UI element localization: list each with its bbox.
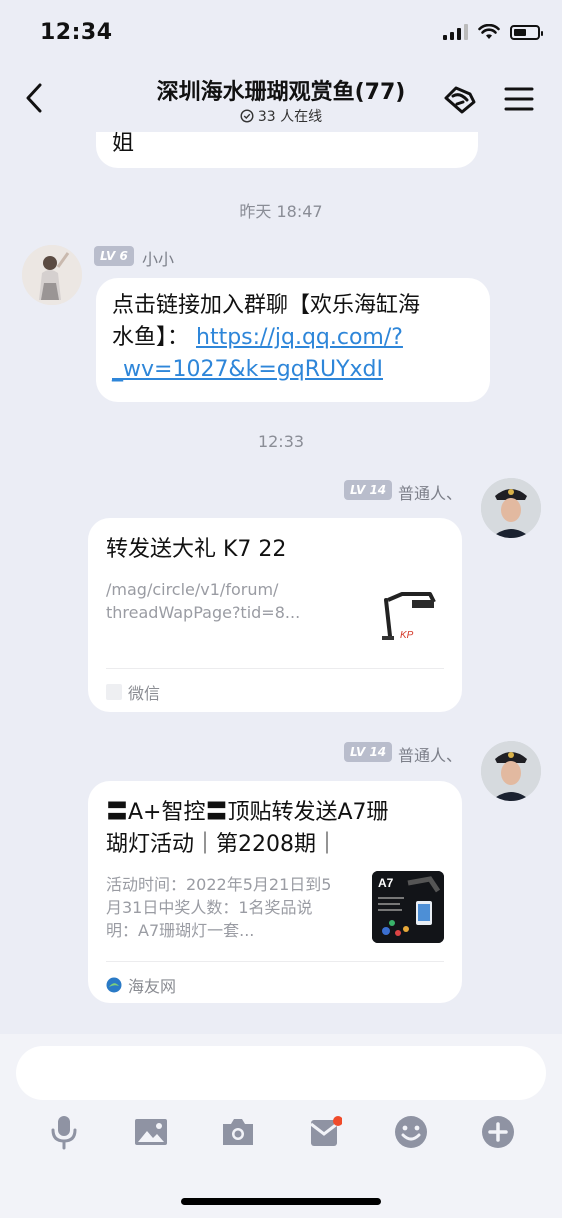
camera-button[interactable] — [218, 1112, 258, 1152]
group-share-button[interactable] — [440, 82, 480, 116]
online-check-icon — [240, 109, 254, 123]
battery-icon — [510, 24, 543, 40]
avatar[interactable] — [481, 478, 541, 538]
signal-icon — [443, 24, 468, 40]
card-desc-line: /mag/circle/v1/forum/ — [106, 580, 279, 599]
wechat-source-icon — [106, 684, 122, 700]
card-source: 海友网 — [106, 973, 176, 997]
message-bubble-partial[interactable]: 姐 — [96, 132, 478, 168]
message-text: 姐 — [112, 132, 135, 156]
plus-icon — [482, 1116, 514, 1148]
chat-list[interactable]: 姐 昨天 18:47 LV 6 小小 点击链接加入群聊【欢乐海缸海 水鱼】： h… — [0, 132, 562, 1034]
emoji-button[interactable] — [391, 1112, 431, 1152]
level-badge: LV 14 — [344, 480, 393, 500]
thumbnail-logo: A7 — [378, 876, 394, 890]
card-desc-line: 月31日中奖人数：1名奖品说 — [106, 898, 313, 917]
sender-name[interactable]: 普通人、 — [398, 742, 462, 766]
avatar[interactable] — [22, 245, 82, 305]
card-title-line: 瑚灯活动｜第2208期｜ — [106, 832, 338, 857]
message-text-prefix: 水鱼】： — [112, 325, 190, 350]
sender-name[interactable]: 普通人、 — [398, 480, 462, 504]
wifi-icon — [478, 24, 500, 39]
group-link[interactable]: https://jq.qq.com/? — [196, 325, 403, 350]
input-toolbar — [0, 1112, 562, 1156]
online-count: 33 人在线 — [257, 109, 323, 125]
voice-button[interactable] — [44, 1112, 84, 1152]
home-indicator[interactable] — [181, 1198, 381, 1205]
card-desc-line: 活动时间：2022年5月21日到5 — [106, 875, 332, 894]
emoji-icon — [395, 1116, 427, 1148]
card-divider — [106, 668, 444, 669]
level-badge: LV 14 — [344, 742, 393, 762]
card-thumbnail: A7 — [372, 871, 444, 943]
status-bar: 12:34 — [0, 0, 562, 66]
card-source: 微信 — [106, 680, 160, 704]
more-button[interactable] — [478, 1112, 518, 1152]
link-card[interactable]: 转发送大礼 K7 22 /mag/circle/v1/forum/ thread… — [88, 518, 462, 712]
link-chat-icon — [444, 86, 476, 114]
message-line-2: 水鱼】： https://jq.qq.com/? — [112, 322, 482, 354]
red-packet-button[interactable] — [305, 1112, 345, 1152]
message-input[interactable] — [16, 1046, 546, 1100]
menu-button[interactable] — [502, 84, 536, 114]
thumbnail-logo: KP — [400, 630, 414, 641]
image-button[interactable] — [131, 1112, 171, 1152]
card-divider — [106, 961, 444, 962]
status-time: 12:34 — [40, 20, 113, 45]
card-description: /mag/circle/v1/forum/ threadWapPage?tid=… — [106, 578, 342, 624]
card-title: 转发送大礼 K7 22 — [106, 537, 287, 562]
sender-name[interactable]: 小小 — [142, 246, 174, 270]
timestamp: 昨天 18:47 — [239, 202, 323, 221]
card-title: 〓A+智控〓顶贴转发送A7珊 瑚灯活动｜第2208期｜ — [106, 797, 446, 861]
level-badge: LV 6 — [94, 246, 134, 266]
haiyou-source-icon — [106, 977, 122, 993]
menu-icon — [504, 87, 534, 111]
message-line: 点击链接加入群聊【欢乐海缸海 — [112, 293, 421, 318]
card-title-line: 〓A+智控〓顶贴转发送A7珊 — [106, 800, 389, 825]
red-packet-icon — [310, 1116, 342, 1146]
card-desc-line: 明：A7珊瑚灯一套... — [106, 921, 255, 940]
card-desc-line: threadWapPage?tid=8... — [106, 603, 301, 622]
status-icons — [443, 24, 543, 40]
camera-icon — [223, 1119, 253, 1145]
source-name: 海友网 — [128, 977, 177, 996]
group-link-continued[interactable]: _wv=1027&k=gqRUYxdI — [112, 354, 482, 386]
microphone-icon — [51, 1116, 77, 1150]
source-name: 微信 — [128, 684, 161, 703]
message-text: 点击链接加入群聊【欢乐海缸海 水鱼】： https://jq.qq.com/? … — [112, 290, 482, 386]
card-thumbnail: KP — [372, 580, 444, 652]
message-bubble[interactable]: 点击链接加入群聊【欢乐海缸海 水鱼】： https://jq.qq.com/? … — [96, 278, 490, 402]
avatar[interactable] — [481, 741, 541, 801]
card-description: 活动时间：2022年5月21日到5 月31日中奖人数：1名奖品说 明：A7珊瑚灯… — [106, 873, 356, 942]
input-area — [0, 1034, 562, 1218]
image-icon — [135, 1119, 167, 1145]
timestamp: 12:33 — [257, 432, 305, 451]
link-card[interactable]: 〓A+智控〓顶贴转发送A7珊 瑚灯活动｜第2208期｜ 活动时间：2022年5月… — [88, 781, 462, 1003]
chat-header: 深圳海水珊瑚观赏鱼(77) 33 人在线 — [0, 66, 562, 132]
